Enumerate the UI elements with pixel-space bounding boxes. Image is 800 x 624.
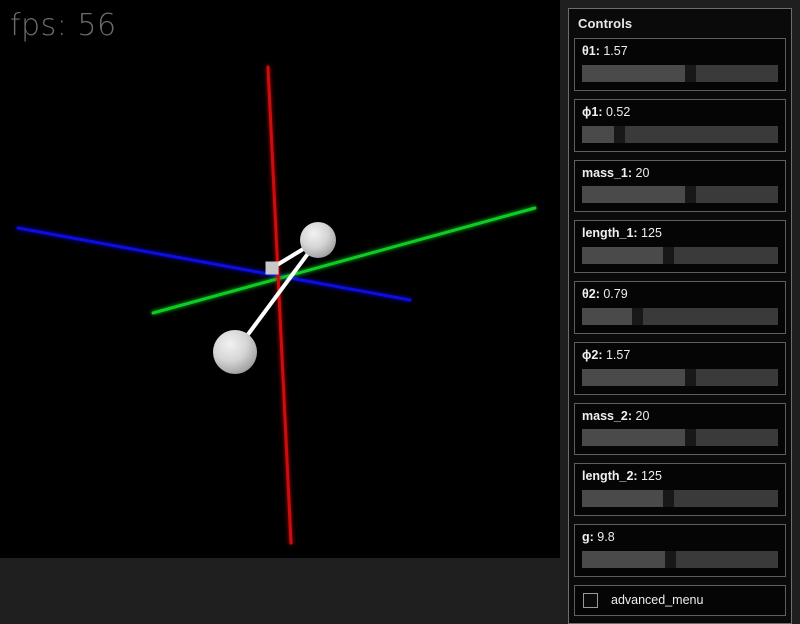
slider-fill-g: [582, 551, 666, 568]
simulation-canvas[interactable]: fps: 56: [0, 0, 560, 558]
control-row-phi1[interactable]: ϕ1: 0.52: [574, 99, 786, 152]
slider-thumb-phi2[interactable]: [685, 369, 696, 386]
advanced-menu-checkbox-row[interactable]: advanced_menu: [574, 585, 786, 616]
slider-phi1[interactable]: [582, 126, 778, 143]
bob-1: [300, 222, 336, 258]
slider-fill-mass_1: [582, 186, 686, 203]
slider-thumb-mass_1[interactable]: [685, 186, 696, 203]
slider-g[interactable]: [582, 551, 778, 568]
slider-fill-phi2: [582, 369, 686, 386]
controls-panel: Controls θ1: 1.57 ϕ1: 0.52 mass_1: 20 lengt…: [568, 8, 792, 624]
slider-fill-theta2: [582, 308, 633, 325]
control-row-g[interactable]: g: 9.8: [574, 524, 786, 577]
slider-thumb-g[interactable]: [665, 551, 676, 568]
slider-length_1[interactable]: [582, 247, 778, 264]
slider-fill-length_2: [582, 490, 664, 507]
control-value-phi1: 0.52: [602, 105, 630, 119]
control-label-phi2: ϕ2: 1.57: [582, 349, 778, 363]
control-value-theta1: 1.57: [600, 44, 628, 58]
control-row-mass_2[interactable]: mass_2: 20: [574, 403, 786, 456]
slider-theta2[interactable]: [582, 308, 778, 325]
slider-phi2[interactable]: [582, 369, 778, 386]
control-value-g: 9.8: [594, 530, 615, 544]
control-row-theta1[interactable]: θ1: 1.57: [574, 38, 786, 91]
slider-thumb-length_2[interactable]: [663, 490, 674, 507]
control-value-theta2: 0.79: [600, 287, 628, 301]
slider-fill-length_1: [582, 247, 664, 264]
slider-fill-mass_2: [582, 429, 686, 446]
axis-lines: [18, 67, 535, 543]
pendulum-scene[interactable]: [0, 0, 560, 558]
control-row-mass_1[interactable]: mass_1: 20: [574, 160, 786, 213]
control-label-mass_1: mass_1: 20: [582, 167, 778, 181]
controls-panel-title: Controls: [574, 15, 786, 38]
control-label-theta1: θ1: 1.57: [582, 45, 778, 59]
slider-fill-theta1: [582, 65, 686, 82]
slider-theta1[interactable]: [582, 65, 778, 82]
slider-list: θ1: 1.57 ϕ1: 0.52 mass_1: 20 length_1: 125 θ…: [574, 38, 786, 577]
control-row-length_1[interactable]: length_1: 125: [574, 220, 786, 273]
slider-length_2[interactable]: [582, 490, 778, 507]
control-name-length_1: length_1:: [582, 226, 638, 240]
slider-fill-phi1: [582, 126, 615, 143]
control-row-theta2[interactable]: θ2: 0.79: [574, 281, 786, 334]
control-name-theta1: θ1:: [582, 44, 600, 58]
bob-2: [213, 330, 257, 374]
slider-thumb-phi1[interactable]: [614, 126, 625, 143]
slider-thumb-mass_2[interactable]: [685, 429, 696, 446]
pivot-cube: [266, 262, 279, 275]
control-name-mass_2: mass_2:: [582, 409, 632, 423]
control-label-length_1: length_1: 125: [582, 227, 778, 241]
control-label-phi1: ϕ1: 0.52: [582, 106, 778, 120]
control-name-mass_1: mass_1:: [582, 166, 632, 180]
y-axis-line: [153, 208, 535, 313]
control-label-g: g: 9.8: [582, 531, 778, 545]
slider-mass_2[interactable]: [582, 429, 778, 446]
z-axis-line: [18, 228, 410, 300]
control-value-length_2: 125: [638, 469, 662, 483]
control-name-g: g:: [582, 530, 594, 544]
control-row-phi2[interactable]: ϕ2: 1.57: [574, 342, 786, 395]
control-label-theta2: θ2: 0.79: [582, 288, 778, 302]
slider-mass_1[interactable]: [582, 186, 778, 203]
control-value-mass_2: 20: [632, 409, 649, 423]
control-name-length_2: length_2:: [582, 469, 638, 483]
control-label-length_2: length_2: 125: [582, 470, 778, 484]
slider-thumb-theta1[interactable]: [685, 65, 696, 82]
control-name-phi1: ϕ1:: [582, 105, 602, 119]
slider-thumb-theta2[interactable]: [632, 308, 643, 325]
control-name-theta2: θ2:: [582, 287, 600, 301]
advanced-menu-checkbox[interactable]: [583, 593, 598, 608]
control-value-phi2: 1.57: [602, 348, 630, 362]
slider-thumb-length_1[interactable]: [663, 247, 674, 264]
control-label-mass_2: mass_2: 20: [582, 410, 778, 424]
control-value-mass_1: 20: [632, 166, 649, 180]
control-name-phi2: ϕ2:: [582, 348, 602, 362]
advanced-menu-label: advanced_menu: [611, 593, 703, 607]
control-row-length_2[interactable]: length_2: 125: [574, 463, 786, 516]
control-value-length_1: 125: [638, 226, 662, 240]
